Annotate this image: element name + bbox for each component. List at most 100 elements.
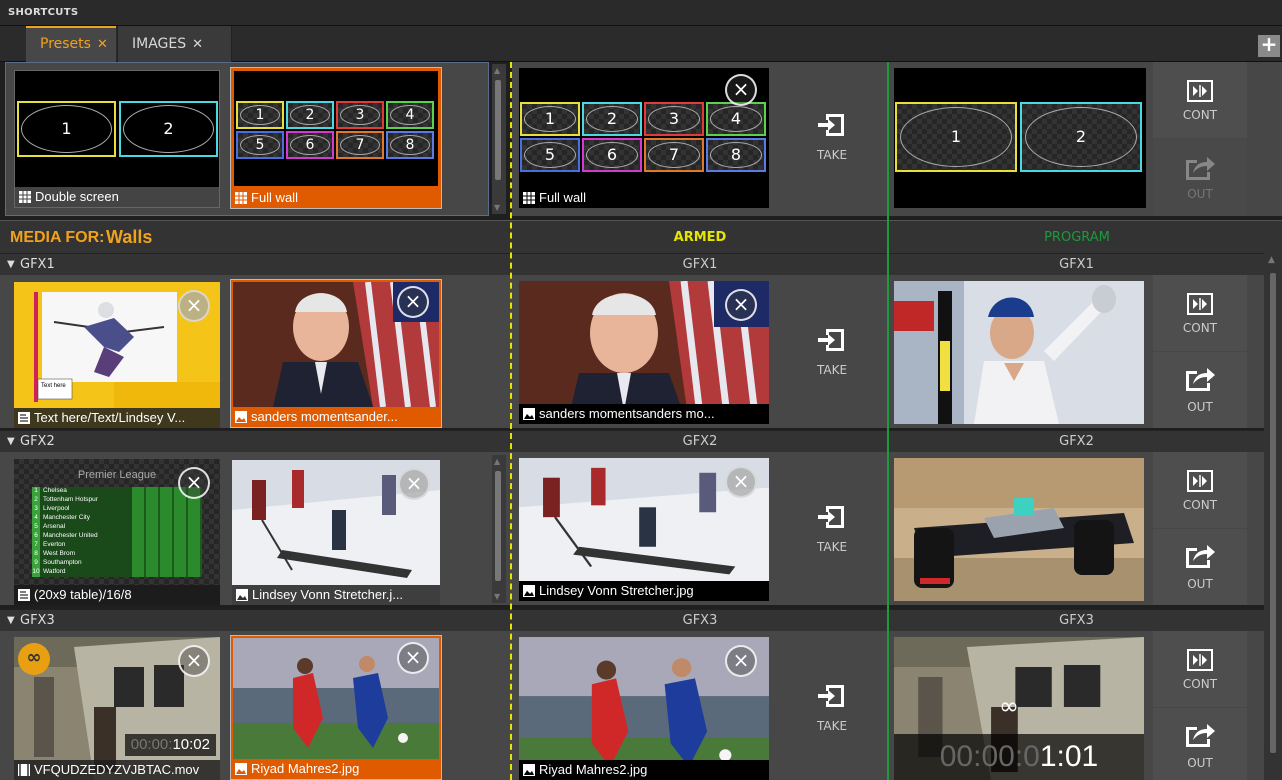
- wall-slot-4: 4: [706, 102, 766, 136]
- out-label: OUT: [1187, 187, 1213, 201]
- program-group-name: GFX3: [1059, 613, 1094, 628]
- close-icon[interactable]: ×: [397, 642, 429, 674]
- close-icon[interactable]: ×: [178, 290, 210, 322]
- vonn-trophy-image: [894, 281, 1144, 424]
- tab-images[interactable]: IMAGES ✕: [117, 26, 232, 62]
- cont-button[interactable]: CONT: [1153, 62, 1247, 138]
- cont-button[interactable]: CONT: [1153, 452, 1247, 528]
- wall-slot-label: 3: [648, 106, 700, 132]
- out-icon: [1186, 545, 1215, 568]
- tab-presets[interactable]: Presets ✕: [26, 26, 116, 62]
- take-button[interactable]: TAKE: [778, 62, 886, 216]
- scroll-thumb[interactable]: [495, 471, 501, 581]
- close-icon[interactable]: ×: [725, 74, 757, 106]
- grid-icon: [235, 192, 247, 204]
- collapse-icon[interactable]: ▼: [7, 254, 15, 276]
- wall-slot-label: 8: [710, 142, 762, 168]
- out-button[interactable]: OUT: [1153, 708, 1247, 780]
- scroll-thumb[interactable]: [1270, 273, 1276, 753]
- grid-icon: [523, 192, 535, 204]
- loop-icon: ∞: [999, 692, 1019, 720]
- wall-slot-3: 3: [644, 102, 704, 136]
- cont-button[interactable]: CONT: [1153, 631, 1247, 707]
- image-file-icon: [235, 411, 247, 423]
- wall-slot-7: 7: [644, 138, 704, 172]
- media-item[interactable]: Text here × Text here/Text/Lindsey V...: [14, 282, 220, 428]
- collapse-icon[interactable]: ▼: [7, 431, 15, 453]
- tab-images-close-icon[interactable]: ✕: [192, 37, 203, 52]
- program-header: PROGRAM: [889, 220, 1282, 256]
- group-header-gfx2[interactable]: ▼ GFX2: [0, 430, 512, 452]
- wall-slot-4: 4: [386, 101, 434, 129]
- wall-slot-2: 2: [286, 101, 334, 129]
- preset-caption: Double screen: [15, 187, 219, 207]
- tab-presets-label: Presets: [40, 36, 91, 52]
- out-label: OUT: [1187, 400, 1213, 414]
- close-icon[interactable]: ×: [725, 645, 757, 677]
- close-icon[interactable]: ×: [397, 286, 429, 318]
- collapse-icon[interactable]: ▼: [7, 610, 15, 632]
- close-icon[interactable]: ×: [398, 468, 430, 500]
- media-caption: (20x9 table)/16/8: [14, 585, 220, 605]
- scroll-down-icon[interactable]: ▼: [494, 592, 500, 601]
- close-icon[interactable]: ×: [725, 466, 757, 498]
- armed-media[interactable]: × Lindsey Vonn Stretcher.jpg: [519, 458, 769, 601]
- media-caption: Text here/Text/Lindsey V...: [14, 408, 220, 428]
- tab-presets-close-icon[interactable]: ✕: [97, 37, 108, 52]
- out-icon: [1186, 724, 1215, 747]
- presets-scrollbar[interactable]: ▲ ▼: [492, 64, 506, 214]
- close-icon[interactable]: ×: [725, 289, 757, 321]
- gfx2-scrollbar[interactable]: ▲ ▼: [492, 455, 506, 603]
- take-button[interactable]: TAKE: [778, 631, 886, 780]
- cont-button[interactable]: CONT: [1153, 275, 1247, 351]
- take-button[interactable]: TAKE: [778, 452, 886, 605]
- close-icon[interactable]: ×: [178, 467, 210, 499]
- main-scrollbar[interactable]: ▲: [1264, 253, 1282, 780]
- wall-slot-label: 4: [390, 105, 430, 125]
- program-group-name: GFX1: [1059, 257, 1094, 272]
- media-item[interactable]: × Lindsey Vonn Stretcher.j...: [232, 460, 440, 605]
- out-button[interactable]: OUT: [1153, 529, 1247, 605]
- timecode-dim: 00:00:0: [939, 740, 1040, 773]
- preset-slot-1-label: 1: [21, 105, 112, 153]
- media-item[interactable]: ∞ × 00:00:10:02 VFQUDZEDYZVJBTAC.mov: [14, 637, 220, 780]
- group-header-gfx3[interactable]: ▼ GFX3: [0, 609, 512, 631]
- add-tab-button[interactable]: +: [1258, 34, 1280, 57]
- preset-double-screen[interactable]: 1 2 Double screen: [14, 70, 220, 208]
- out-button[interactable]: OUT: [1153, 352, 1247, 428]
- scroll-down-icon[interactable]: ▼: [494, 203, 500, 212]
- scroll-thumb[interactable]: [495, 80, 501, 180]
- armed-media[interactable]: × sanders momentsanders mo...: [519, 281, 769, 424]
- scroll-up-icon[interactable]: ▲: [494, 457, 500, 466]
- close-icon[interactable]: ×: [178, 645, 210, 677]
- take-icon: [818, 506, 844, 528]
- armed-preset[interactable]: 1234 5678 × Full wall: [519, 68, 769, 208]
- media-label: Lindsey Vonn Stretcher.j...: [252, 587, 404, 602]
- armed-group-header-gfx2: GFX2: [512, 430, 888, 452]
- out-label: OUT: [1187, 577, 1213, 591]
- program-group-header-gfx1: GFX1: [889, 253, 1264, 275]
- media-for-header: MEDIA FOR: Walls: [0, 220, 512, 256]
- wall-slot-2: 2: [582, 102, 642, 136]
- take-button[interactable]: TAKE: [778, 275, 886, 428]
- tab-bar: Presets ✕ IMAGES ✕: [0, 26, 1282, 62]
- program-media: ∞ 00:00:01:01: [894, 637, 1144, 780]
- out-icon: [1186, 157, 1215, 180]
- group-header-gfx1[interactable]: ▼ GFX1: [0, 253, 512, 275]
- wall-slot-label: 3: [340, 105, 380, 125]
- armed-media[interactable]: × Riyad Mahres2.jpg: [519, 637, 769, 780]
- table-row: 2 Tottenham Hotspur: [32, 496, 202, 505]
- out-button[interactable]: OUT: [1153, 139, 1247, 216]
- media-item[interactable]: × sanders momentsander...: [230, 279, 442, 428]
- table-row: 9 Southampton: [32, 559, 202, 568]
- scroll-up-icon[interactable]: ▲: [494, 66, 500, 75]
- media-for-prefix: MEDIA FOR:: [10, 229, 105, 246]
- media-item[interactable]: × Riyad Mahres2.jpg: [230, 635, 442, 780]
- table-row: 8 West Brom: [32, 550, 202, 559]
- group-name: GFX1: [20, 257, 55, 272]
- wall-slot-label: 2: [586, 106, 638, 132]
- media-item[interactable]: Premier League 1 Chelsea 2 Tottenham Hotspu…: [14, 459, 220, 605]
- media-caption: sanders momentsander...: [231, 407, 441, 427]
- preset-full-wall[interactable]: 1234 5678 Full wall: [230, 67, 442, 209]
- scroll-up-icon[interactable]: ▲: [1268, 255, 1275, 265]
